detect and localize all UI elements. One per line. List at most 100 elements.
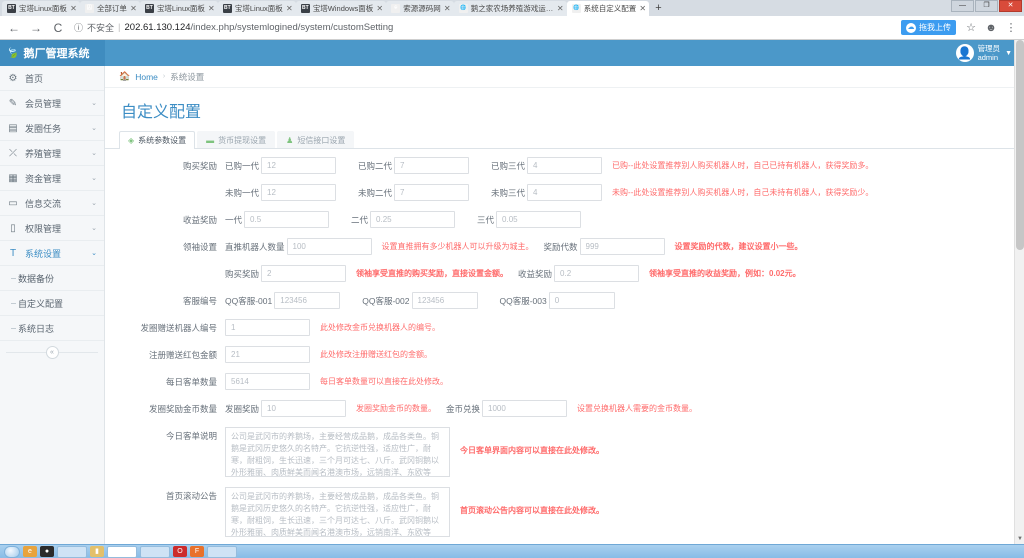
taskbar-window[interactable] xyxy=(57,546,87,558)
header-user-menu[interactable]: 👤 管理员 admin ▼ xyxy=(956,40,1012,66)
register-redpack-input[interactable] xyxy=(225,346,310,363)
notbought-gen2-input[interactable] xyxy=(394,184,469,201)
sidebar-item-permissions[interactable]: ▯ 权限管理 ⌄ xyxy=(0,216,104,241)
breed-icon: ⤫ xyxy=(7,148,19,159)
app-taskbar-icon[interactable]: ● xyxy=(40,546,54,557)
tab-currency-withdraw[interactable]: ▬ 货币提现设置 xyxy=(197,131,275,148)
robot-count-input[interactable] xyxy=(287,238,372,255)
coin-reward-input[interactable] xyxy=(261,400,346,417)
settings-form: 购买奖励 已购一代 已购二代 已购三代 已购--此处设置推荐别人购买机器人时，自… xyxy=(105,149,1024,544)
sliders-icon: ◈ xyxy=(128,136,134,145)
minimize-button[interactable]: — xyxy=(951,0,974,12)
back-icon[interactable]: ← xyxy=(4,18,24,38)
sidebar-item-messages[interactable]: ▭ 信息交流 ⌄ xyxy=(0,191,104,216)
address-bar[interactable]: ⓘ 不安全 | 202.61.130.124/index.php/systeml… xyxy=(70,18,899,37)
field-label: 购买奖励 xyxy=(105,160,225,172)
sidebar-subitem-custom-config[interactable]: 自定义配置 xyxy=(0,291,104,316)
bought-gen3-input[interactable] xyxy=(527,157,602,174)
close-icon[interactable]: ✕ xyxy=(130,4,137,13)
browser-menu-icon[interactable]: ⋮ xyxy=(1002,21,1020,34)
reward-gen-label: 奖励代数 xyxy=(544,241,578,253)
forward-icon[interactable]: → xyxy=(26,18,46,38)
sidebar-item-breeding[interactable]: ⤫ 养殖管理 ⌄ xyxy=(0,141,104,166)
close-icon[interactable]: ✕ xyxy=(444,4,451,13)
browser-tab-strip[interactable]: BT 宝塔Linux面板 ✕ 囚 全部订单 ✕ BT 宝塔Linux面板 ✕ B… xyxy=(0,0,1024,16)
taskbar-window[interactable] xyxy=(140,546,170,558)
profit-gen3-input[interactable] xyxy=(496,211,581,228)
browser-tab[interactable]: ⍟ 索源源码网 ✕ xyxy=(386,1,454,16)
qq1-input[interactable] xyxy=(274,292,340,309)
qq3-input[interactable] xyxy=(549,292,615,309)
info-icon[interactable]: ⓘ xyxy=(74,21,83,34)
scrollbar-thumb[interactable] xyxy=(1016,40,1024,250)
leader-profit-reward-input[interactable] xyxy=(554,265,639,282)
sidebar-item-members[interactable]: ✎ 会员管理 ⌄ xyxy=(0,91,104,116)
robot-count-label: 直推机器人数量 xyxy=(225,241,285,253)
coin-exchange-hint: 设置兑换机器人需要的金币数量。 xyxy=(577,403,697,414)
chevron-down-icon[interactable]: ▼ xyxy=(1005,49,1012,58)
bought-gen1-input[interactable] xyxy=(261,157,336,174)
page-scrollbar[interactable]: ▲ ▼ xyxy=(1014,40,1024,544)
field-label: 首页滚动公告 xyxy=(105,487,225,502)
sidebar-subitem-system-log[interactable]: 系统日志 xyxy=(0,316,104,341)
scroll-down-icon[interactable]: ▼ xyxy=(1015,534,1024,544)
window-close-button[interactable]: ✕ xyxy=(999,0,1022,12)
app-brand[interactable]: 🍃 鹅厂管理系统 xyxy=(0,40,105,66)
close-icon[interactable]: ✕ xyxy=(70,4,77,13)
close-icon[interactable]: ✕ xyxy=(557,4,564,13)
maximize-button[interactable]: ❐ xyxy=(975,0,998,12)
close-icon[interactable]: ✕ xyxy=(286,4,293,13)
notbought-gen1-input[interactable] xyxy=(261,184,336,201)
sidebar-subitem-backup[interactable]: 数据备份 xyxy=(0,266,104,291)
today-desc-textarea[interactable]: 公司是武冈市的养鹅场，主要经营成品鹅，成品各类鱼。铜鹅是武冈历史悠久的名特产。它… xyxy=(225,427,450,477)
notbought-gen3-input[interactable] xyxy=(527,184,602,201)
browser-tab-title: 鹅之家农场养殖游戏运营管... xyxy=(471,3,554,14)
window-controls[interactable]: — ❐ ✕ xyxy=(951,0,1022,12)
close-icon[interactable]: ✕ xyxy=(376,4,383,13)
profit-gen2-input[interactable] xyxy=(370,211,455,228)
taskbar-window[interactable] xyxy=(207,546,237,558)
tab-system-params[interactable]: ◈ 系统参数设置 xyxy=(119,131,195,148)
tab-sms-interface[interactable]: ♟ 短信接口设置 xyxy=(277,131,354,148)
browser-taskbar-icon[interactable]: e xyxy=(23,546,37,557)
gift-robot-id-input[interactable] xyxy=(225,319,310,336)
sidebar-collapse-button[interactable]: « xyxy=(46,346,59,359)
start-button[interactable] xyxy=(4,546,20,558)
browser-tab[interactable]: 🌐 鹅之家农场养殖游戏运营管... ✕ xyxy=(454,1,567,16)
qq2-input[interactable] xyxy=(412,292,478,309)
sidebar-item-label: 养殖管理 xyxy=(25,147,85,160)
close-icon[interactable]: ✕ xyxy=(208,4,215,13)
sidebar-item-home[interactable]: ⚙ 首页 xyxy=(0,66,104,91)
browser-tab[interactable]: BT 宝塔Linux面板 ✕ xyxy=(218,1,296,16)
browser-tab[interactable]: BT 宝塔Linux面板 ✕ xyxy=(2,1,80,16)
form-row-leader-setting-1: 领袖设置 直推机器人数量 设置直推拥有多少机器人可以升级为城主。 奖励代数 设置… xyxy=(105,238,1024,255)
bought-gen2-input[interactable] xyxy=(394,157,469,174)
breadcrumb-home[interactable]: Home xyxy=(135,72,158,82)
upload-badge[interactable]: ☁ 拖我上传 xyxy=(901,20,956,35)
daily-orders-input[interactable] xyxy=(225,373,310,390)
form-row-profit-reward: 收益奖励 一代 二代 三代 xyxy=(105,211,1024,228)
reload-icon[interactable]: C xyxy=(48,18,68,38)
profile-icon[interactable]: ☻ xyxy=(982,22,1000,34)
field-label: 发圈赠送机器人编号 xyxy=(105,322,225,334)
browser-tab-active[interactable]: 🌐 系统自定义配置 ✕ xyxy=(567,1,650,16)
sidebar-item-funds[interactable]: ▦ 资金管理 ⌄ xyxy=(0,166,104,191)
bookmark-star-icon[interactable]: ☆ xyxy=(962,21,980,34)
browser-tab[interactable]: BT 宝塔Windows面板 ✕ xyxy=(296,1,386,16)
reward-gen-input[interactable] xyxy=(580,238,665,255)
taskbar-window[interactable] xyxy=(107,546,137,558)
sidebar-item-tasks[interactable]: ▤ 发圈任务 ⌄ xyxy=(0,116,104,141)
profit-gen1-input[interactable] xyxy=(244,211,329,228)
new-tab-button[interactable]: + xyxy=(649,1,667,16)
coin-exchange-input[interactable] xyxy=(482,400,567,417)
firefox-taskbar-icon[interactable]: F xyxy=(190,546,204,557)
opera-taskbar-icon[interactable]: O xyxy=(173,546,187,557)
browser-tab[interactable]: BT 宝塔Linux面板 ✕ xyxy=(140,1,218,16)
sidebar-item-settings[interactable]: T 系统设置 ⌄ xyxy=(0,241,104,266)
home-notice-textarea[interactable]: 公司是武冈市的养鹅场，主要经营成品鹅，成品各类鱼。铜鹅是武冈历史悠久的名特产。它… xyxy=(225,487,450,537)
browser-tab[interactable]: 囚 全部订单 ✕ xyxy=(80,1,140,16)
windows-taskbar: e ● ▮ O F xyxy=(0,544,1024,558)
close-icon[interactable]: ✕ xyxy=(639,4,646,13)
folder-taskbar-icon[interactable]: ▮ xyxy=(90,546,104,557)
leader-buy-reward-input[interactable] xyxy=(261,265,346,282)
